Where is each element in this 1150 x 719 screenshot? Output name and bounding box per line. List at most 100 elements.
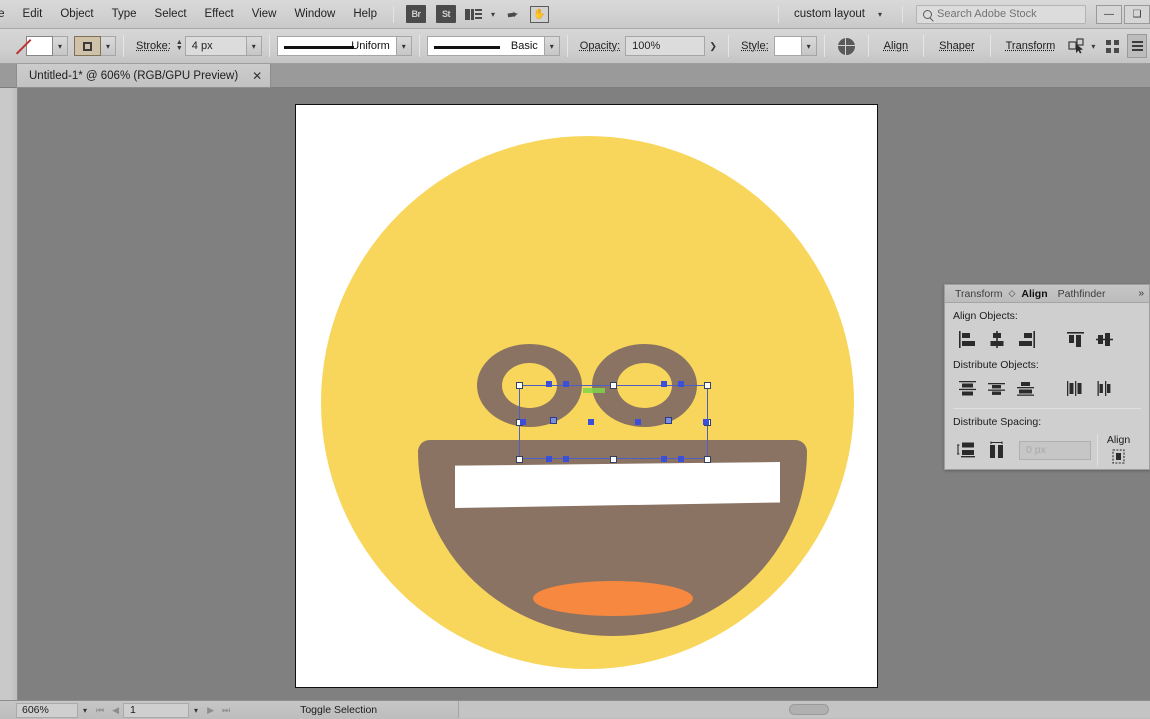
selection-tool-icon[interactable] bbox=[1068, 38, 1086, 54]
workspace-switcher[interactable]: custom layout ▾ bbox=[786, 5, 895, 23]
stroke-dropdown-icon[interactable]: ▾ bbox=[101, 36, 116, 56]
panel-tab-strip: Transform ◇ Align Pathfinder » bbox=[945, 285, 1149, 303]
horizontal-distribute-space-icon[interactable] bbox=[982, 439, 1011, 461]
menu-item-file[interactable]: File bbox=[0, 4, 14, 24]
anchor-point[interactable] bbox=[661, 456, 667, 462]
anchor-point[interactable] bbox=[661, 381, 667, 387]
tab-transform[interactable]: Transform bbox=[950, 288, 1007, 300]
anchor-point[interactable] bbox=[703, 419, 709, 425]
anchor-point[interactable] bbox=[635, 419, 641, 425]
tab-pathfinder[interactable]: Pathfinder bbox=[1053, 288, 1111, 300]
horizontal-scrollbar[interactable] bbox=[458, 701, 1150, 718]
anchor-point[interactable] bbox=[678, 381, 684, 387]
recolor-artwork-icon[interactable] bbox=[837, 37, 855, 55]
vertical-distribute-top-icon[interactable] bbox=[953, 377, 982, 399]
horizontal-align-left-icon[interactable] bbox=[953, 328, 982, 350]
bridge-icon[interactable]: Br bbox=[406, 5, 426, 23]
transform-link[interactable]: Transform bbox=[998, 40, 1064, 52]
menu-item-select[interactable]: Select bbox=[146, 4, 196, 24]
anchor-point[interactable] bbox=[563, 381, 569, 387]
artboard-number-input[interactable]: 1 bbox=[123, 702, 190, 718]
last-artboard-icon[interactable]: ⏭ bbox=[218, 705, 234, 716]
stroke-profile-select[interactable]: Uniform bbox=[276, 36, 397, 56]
stroke-color-swatch[interactable] bbox=[74, 36, 101, 56]
left-toolbar-strip[interactable] bbox=[0, 88, 18, 700]
panel-list-icon[interactable] bbox=[1127, 34, 1147, 58]
stock-icon[interactable]: St bbox=[436, 5, 456, 23]
chevron-down-icon[interactable]: ▾ bbox=[491, 10, 495, 19]
scrollbar-thumb[interactable] bbox=[789, 704, 829, 715]
anchor-point[interactable] bbox=[546, 381, 552, 387]
menu-item-type[interactable]: Type bbox=[103, 4, 146, 24]
selection-handle-br[interactable] bbox=[704, 456, 711, 463]
horizontal-align-right-icon[interactable] bbox=[1011, 328, 1040, 350]
adobe-stock-search[interactable]: Search Adobe Stock bbox=[916, 4, 1086, 24]
selection-handle-tc[interactable] bbox=[610, 382, 617, 389]
spacing-value-input[interactable]: 0 px bbox=[1019, 440, 1091, 460]
close-icon[interactable]: ✕ bbox=[252, 69, 262, 83]
vertical-align-center-icon[interactable] bbox=[1089, 328, 1118, 350]
document-tab[interactable]: Untitled-1* @ 606% (RGB/GPU Preview) ✕ bbox=[16, 64, 272, 88]
selection-handle-tl[interactable] bbox=[516, 382, 523, 389]
brush-definition-select[interactable]: Basic bbox=[426, 36, 545, 56]
vertical-distribute-bottom-icon[interactable] bbox=[1011, 377, 1040, 399]
stroke-weight-input[interactable]: 4 px bbox=[184, 36, 247, 56]
zoom-level-input[interactable]: 606% bbox=[16, 702, 78, 718]
profile-dropdown-icon[interactable]: ▾ bbox=[396, 36, 412, 56]
menu-item-help[interactable]: Help bbox=[344, 4, 386, 24]
tongue-shape[interactable] bbox=[533, 581, 693, 616]
selection-handle-bl[interactable] bbox=[516, 456, 523, 463]
horizontal-distribute-center-icon[interactable] bbox=[1089, 377, 1118, 399]
align-objects-row bbox=[953, 328, 1141, 350]
anchor-point[interactable] bbox=[588, 419, 594, 425]
tab-align[interactable]: Align bbox=[1016, 288, 1052, 300]
selection-handle-bc[interactable] bbox=[610, 456, 617, 463]
menu-item-object[interactable]: Object bbox=[51, 4, 102, 24]
panel-overflow-icon[interactable]: » bbox=[1138, 288, 1144, 299]
paper-plane-icon[interactable]: ➨ bbox=[506, 5, 521, 24]
artboard-dropdown-icon[interactable]: ▾ bbox=[189, 706, 203, 715]
anchor-point[interactable] bbox=[520, 419, 526, 425]
transform-chevron-icon[interactable]: ▾ bbox=[1091, 42, 1095, 51]
selection-handle-tr[interactable] bbox=[704, 382, 711, 389]
menu-item-effect[interactable]: Effect bbox=[196, 4, 243, 24]
hand-tool-icon[interactable]: ✋ bbox=[529, 5, 549, 23]
horizontal-align-center-icon[interactable] bbox=[982, 328, 1011, 350]
graphic-style-swatch[interactable] bbox=[773, 36, 802, 56]
distribute-objects-label: Distribute Objects: bbox=[953, 359, 1039, 371]
stroke-stepper[interactable]: ▲ ▼ bbox=[176, 39, 183, 52]
align-to-selection-icon[interactable] bbox=[1104, 448, 1133, 466]
stroke-weight-dropdown-icon[interactable]: ▾ bbox=[246, 36, 262, 56]
vertical-align-top-icon[interactable] bbox=[1060, 328, 1089, 350]
fill-dropdown-icon[interactable]: ▾ bbox=[53, 36, 68, 56]
horizontal-distribute-left-icon[interactable] bbox=[1060, 377, 1089, 399]
anchor-point[interactable] bbox=[678, 456, 684, 462]
menu-item-window[interactable]: Window bbox=[285, 4, 344, 24]
menu-item-view[interactable]: View bbox=[243, 4, 286, 24]
anchor-point[interactable] bbox=[546, 456, 552, 462]
opacity-input[interactable]: 100% bbox=[625, 36, 706, 56]
menu-item-edit[interactable]: Edit bbox=[14, 4, 52, 24]
anchor-point[interactable] bbox=[563, 456, 569, 462]
panel-grid-icon[interactable] bbox=[1106, 39, 1119, 53]
style-dropdown-icon[interactable]: ▾ bbox=[801, 36, 817, 56]
vertical-distribute-center-icon[interactable] bbox=[982, 377, 1011, 399]
align-panel[interactable]: Transform ◇ Align Pathfinder » Align Obj… bbox=[944, 284, 1150, 470]
align-link[interactable]: Align bbox=[876, 40, 916, 52]
mouth-shape[interactable] bbox=[418, 440, 807, 636]
opacity-options-icon[interactable]: ❯ bbox=[705, 36, 721, 56]
center-point[interactable] bbox=[550, 417, 557, 424]
first-artboard-icon[interactable]: ⏮ bbox=[92, 705, 108, 716]
previous-artboard-icon[interactable]: ◀ bbox=[108, 705, 123, 716]
arrange-documents-icon[interactable] bbox=[465, 8, 482, 20]
minimize-button[interactable]: — bbox=[1096, 4, 1122, 24]
teeth-shape[interactable] bbox=[455, 462, 780, 508]
center-point[interactable] bbox=[665, 417, 672, 424]
vertical-distribute-space-icon[interactable] bbox=[953, 439, 982, 461]
zoom-dropdown-icon[interactable]: ▾ bbox=[78, 706, 92, 715]
next-artboard-icon[interactable]: ▶ bbox=[203, 705, 218, 716]
brush-dropdown-icon[interactable]: ▾ bbox=[544, 36, 560, 56]
maximize-button[interactable]: ❑ bbox=[1124, 4, 1150, 24]
fill-color-swatch[interactable] bbox=[26, 36, 53, 56]
shaper-link[interactable]: Shaper bbox=[931, 40, 982, 52]
